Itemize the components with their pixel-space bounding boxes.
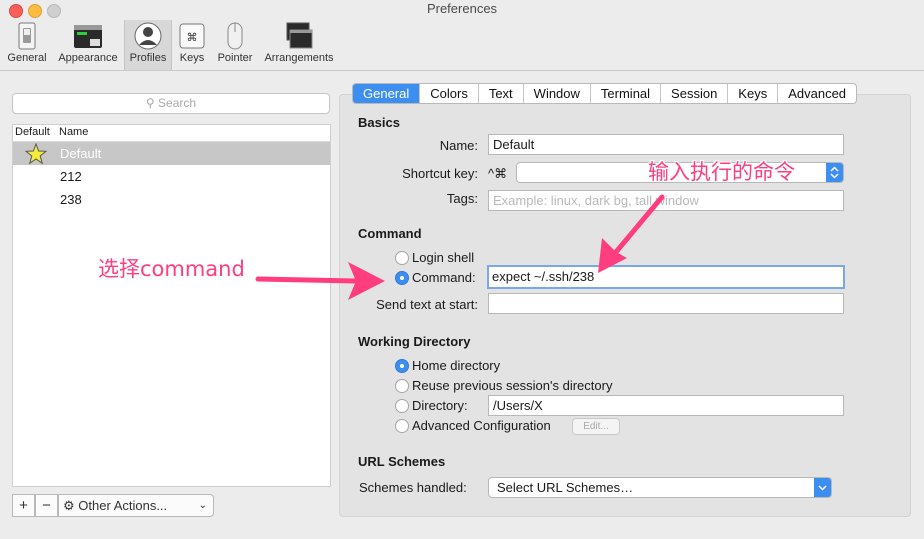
annotation-arrows [255,194,665,300]
arrow-to-command-field [613,194,665,255]
arrow-to-command-radio [255,276,359,284]
